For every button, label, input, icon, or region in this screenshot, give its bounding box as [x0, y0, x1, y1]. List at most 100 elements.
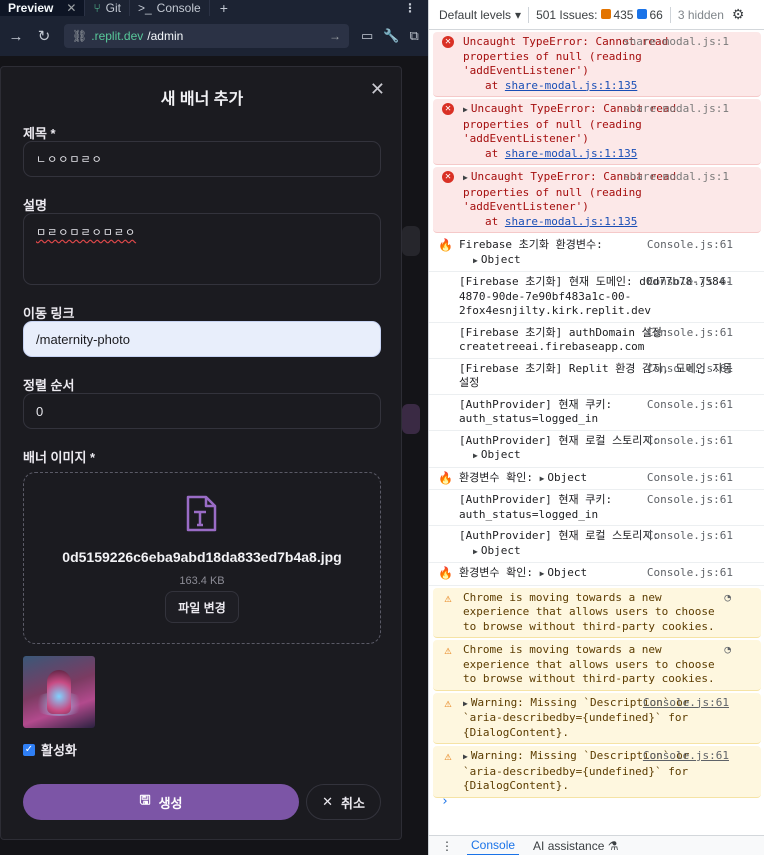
title-input[interactable]: ㄴㅇㅇㅁㄹㅇ: [23, 141, 381, 177]
warning-icon: ⚠: [444, 590, 452, 605]
source-link[interactable]: Console.js:61: [647, 529, 733, 544]
open-new-window-icon[interactable]: ⧉: [409, 28, 418, 44]
object-preview[interactable]: Object: [547, 566, 587, 579]
console-message: [AuthProvider] 현재 쿠키: auth_status=logged…: [429, 490, 764, 526]
devices-icon[interactable]: ▭: [361, 28, 373, 44]
stack-link[interactable]: share-modal.js:1:135: [505, 79, 637, 92]
wrench-icon[interactable]: 🔧: [383, 28, 399, 44]
gear-icon[interactable]: ⚙: [732, 6, 745, 23]
stack-link[interactable]: share-modal.js:1:135: [505, 215, 637, 228]
issues-counter[interactable]: 501 Issues: 435 66: [536, 8, 663, 22]
tab-ai-assistance[interactable]: AI assistance ⚗: [533, 839, 618, 853]
expand-triangle-icon[interactable]: ▶: [463, 699, 468, 708]
console-message: [Firebase 초기화] 현재 도메인: d0d77b78-7584-487…: [429, 272, 764, 323]
go-arrow-icon[interactable]: →: [329, 29, 341, 43]
expand-triangle-icon[interactable]: ▶: [473, 547, 478, 556]
source-link[interactable]: Console.js:61: [647, 275, 733, 290]
expand-triangle-icon[interactable]: ▶: [463, 752, 468, 761]
link-input[interactable]: /maternity-photo: [23, 321, 381, 357]
source-link[interactable]: share-modal.js:1: [623, 35, 729, 50]
tab-git[interactable]: ⑂ Git: [85, 0, 130, 16]
background-element: [402, 404, 420, 434]
expand-triangle-icon[interactable]: ▶: [473, 256, 478, 265]
source-link[interactable]: Console.js:61: [643, 696, 729, 711]
expand-triangle-icon[interactable]: ▶: [463, 105, 468, 114]
description-value: ㅁㄹㅇㅁㄹㅇㅁㄹㅇ: [36, 226, 137, 239]
chevron-down-icon: ▾: [515, 7, 522, 22]
arrow-right-icon[interactable]: →: [8, 28, 24, 45]
object-preview[interactable]: Object: [481, 253, 521, 266]
git-icon: ⑂: [93, 1, 101, 15]
file-text-icon: [186, 495, 217, 532]
divider: [669, 6, 671, 23]
source-link[interactable]: Console.js:61: [647, 566, 733, 581]
object-preview[interactable]: Object: [547, 471, 587, 484]
fire-icon: 🔥: [438, 238, 453, 252]
log-levels-dropdown[interactable]: Default levels ▾: [439, 8, 521, 22]
console-message: ✕ ▶ Uncaught TypeError: Cannot read proper…: [433, 167, 761, 233]
close-icon[interactable]: ✕: [66, 1, 76, 15]
refresh-icon[interactable]: ↻: [36, 28, 52, 45]
info-count: 66: [649, 7, 663, 22]
expand-triangle-icon[interactable]: ▶: [540, 569, 545, 578]
source-link[interactable]: share-modal.js:1: [623, 102, 729, 117]
description-textarea[interactable]: ㅁㄹㅇㅁㄹㅇㅁㄹㅇ: [23, 213, 381, 285]
expand-triangle-icon[interactable]: ▶: [540, 474, 545, 483]
source-link[interactable]: Console.js:61: [643, 749, 729, 764]
tab-console[interactable]: >_ Console: [130, 0, 210, 16]
stack-trace: at share-modal.js:1:135: [463, 147, 731, 162]
more-options-icon[interactable]: ⋮: [392, 1, 428, 15]
hidden-count[interactable]: 3 hidden: [678, 8, 724, 22]
warning-badge-icon: [601, 8, 612, 19]
message-text: Firebase 초기화 환경변수:: [459, 238, 603, 251]
source-link[interactable]: share-modal.js:1: [623, 170, 729, 185]
log-levels-label: Default levels: [439, 7, 512, 22]
console-prompt-icon[interactable]: ›: [441, 794, 449, 809]
object-preview[interactable]: Object: [481, 448, 521, 461]
cancel-button[interactable]: ✕ 취소: [306, 784, 381, 820]
source-link[interactable]: Console.js:61: [647, 362, 733, 377]
tab-console[interactable]: Console: [467, 836, 520, 855]
file-name: 0d5159226c6eba9abd18da833ed7b4a8.jpg: [62, 549, 342, 565]
checkbox-checked-icon[interactable]: ✓: [23, 743, 35, 756]
change-file-button[interactable]: 파일 변경: [165, 591, 239, 623]
message-text: [AuthProvider] 현재 로컬 스토리지:: [459, 529, 660, 542]
message-text: [AuthProvider] 현재 쿠키: auth_status=logged…: [459, 493, 613, 521]
expand-triangle-icon[interactable]: ▶: [473, 451, 478, 460]
order-input[interactable]: 0: [23, 393, 381, 429]
tab-label: Git: [105, 1, 121, 15]
source-link[interactable]: Console.js:61: [647, 326, 733, 341]
message-text: Chrome is moving towards a new experienc…: [463, 590, 715, 633]
error-icon: ✕: [442, 103, 454, 115]
dialog-title: 새 배너 추가: [160, 91, 244, 108]
object-preview[interactable]: Object: [481, 544, 521, 557]
source-link[interactable]: Console.js:61: [647, 434, 733, 449]
background-element: [402, 226, 420, 256]
title-value: ㄴㅇㅇㅁㄹㅇ: [36, 153, 103, 166]
active-checkbox-row[interactable]: ✓ 활성화: [23, 740, 77, 759]
more-options-icon[interactable]: ⋮: [441, 839, 453, 853]
console-message: [AuthProvider] 현재 쿠키: auth_status=logged…: [429, 395, 764, 431]
console-message: [AuthProvider] 현재 로컬 스토리지: Console.js:61 ▶…: [429, 526, 764, 563]
error-icon: ✕: [442, 36, 454, 48]
close-icon[interactable]: ✕: [370, 79, 385, 100]
stack-link[interactable]: share-modal.js:1:135: [505, 147, 637, 160]
warning-count: 435: [613, 7, 634, 22]
source-link[interactable]: Console.js:61: [647, 471, 733, 486]
expand-triangle-icon[interactable]: ▶: [463, 173, 468, 182]
warning-icon: ⚠: [444, 749, 452, 763]
console-message: [Firebase 초기화] Replit 환경 감지, 도메인 자동 설정 Co…: [429, 359, 764, 395]
source-link[interactable]: Console.js:61: [647, 238, 733, 253]
new-tab-button[interactable]: +: [210, 0, 238, 16]
url-input[interactable]: ⛓ .replit.dev/admin →: [64, 24, 349, 48]
stack-prefix: at: [485, 78, 505, 92]
error-icon: ✕: [442, 171, 454, 183]
console-message: ⚠ Chrome is moving towards a new experien…: [433, 640, 761, 691]
source-link[interactable]: Console.js:61: [647, 398, 733, 413]
title-label: 제목 *: [23, 126, 56, 141]
create-button[interactable]: 🖫 생성: [23, 784, 299, 820]
tab-preview[interactable]: Preview ✕: [0, 0, 86, 16]
image-dropzone[interactable]: 0d5159226c6eba9abd18da833ed7b4a8.jpg 163…: [23, 472, 381, 644]
source-link[interactable]: Console.js:61: [647, 493, 733, 508]
cookie-icon: ◔: [724, 643, 731, 656]
